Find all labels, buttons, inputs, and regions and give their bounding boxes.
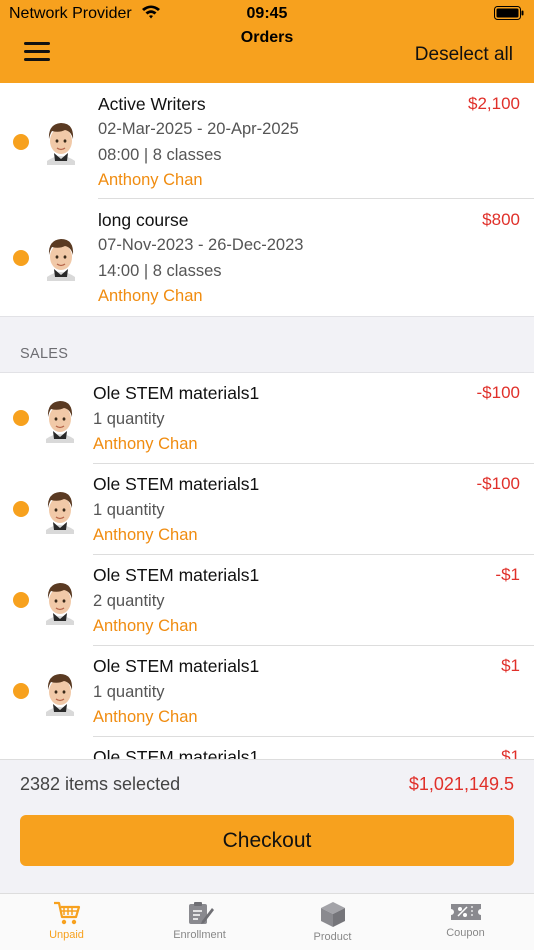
order-amount: -$100 xyxy=(476,383,520,402)
tab-label: Enrollment xyxy=(173,929,226,941)
sale-row[interactable]: Ole STEM materials1 1 quantity Anthony C… xyxy=(0,373,534,464)
order-amount: $1 xyxy=(501,656,520,675)
student-avatar xyxy=(42,395,78,443)
student-name: Anthony Chan xyxy=(98,171,203,189)
order-amount: -$100 xyxy=(476,474,520,493)
course-schedule: 14:00 | 8 classes xyxy=(98,262,222,280)
tab-label: Product xyxy=(313,931,352,943)
selected-total: $1,021,149.5 xyxy=(408,774,514,794)
cart-icon xyxy=(53,901,80,925)
ticket-icon xyxy=(450,904,481,920)
section-label: SALES xyxy=(20,346,69,362)
sale-row[interactable]: Ole STEM materials1 $1 xyxy=(0,737,534,759)
order-amount: $800 xyxy=(482,210,520,229)
sales-section-header: SALES xyxy=(0,316,534,373)
selected-indicator[interactable] xyxy=(13,410,29,426)
student-name: Anthony Chan xyxy=(93,617,198,635)
product-quantity: 1 quantity xyxy=(93,683,165,701)
product-title: Ole STEM materials1 xyxy=(93,474,260,494)
tab-coupon[interactable]: Coupon xyxy=(399,900,532,950)
product-title: Ole STEM materials1 xyxy=(93,383,260,403)
product-title: Ole STEM materials1 xyxy=(93,747,260,759)
student-name: Anthony Chan xyxy=(93,435,198,453)
status-bar: Network Provider 09:45 xyxy=(0,0,534,28)
selected-count: 2382 items selected xyxy=(20,774,181,794)
student-avatar xyxy=(42,577,78,625)
enrollment-row[interactable]: Active Writers 02-Mar-2025 - 20-Apr-2025… xyxy=(0,83,534,199)
tab-unpaid[interactable]: Unpaid xyxy=(0,900,133,950)
course-schedule: 08:00 | 8 classes xyxy=(98,146,222,164)
selected-indicator[interactable] xyxy=(13,592,29,608)
tab-enrollment[interactable]: Enrollment xyxy=(133,900,266,950)
student-name: Anthony Chan xyxy=(98,287,203,305)
product-quantity: 1 quantity xyxy=(93,410,165,428)
product-title: Ole STEM materials1 xyxy=(93,565,260,585)
tab-product[interactable]: Product xyxy=(266,900,399,950)
course-title: long course xyxy=(98,210,189,230)
tab-bar: Unpaid Enrollment Product Coupon xyxy=(0,893,534,950)
status-clock: 09:45 xyxy=(246,5,288,22)
order-amount: -$1 xyxy=(495,565,520,584)
tab-label: Unpaid xyxy=(49,929,84,941)
menu-icon[interactable] xyxy=(24,42,52,64)
course-dates: 07-Nov-2023 - 26-Dec-2023 xyxy=(98,236,304,254)
order-amount: $2,100 xyxy=(468,94,520,113)
selected-indicator[interactable] xyxy=(13,250,29,266)
product-quantity: 2 quantity xyxy=(93,592,165,610)
product-quantity: 1 quantity xyxy=(93,501,165,519)
course-title: Active Writers xyxy=(98,94,206,114)
tab-label: Coupon xyxy=(446,927,485,939)
student-name: Anthony Chan xyxy=(93,526,198,544)
sale-row[interactable]: Ole STEM materials1 1 quantity Anthony C… xyxy=(0,646,534,737)
product-title: Ole STEM materials1 xyxy=(93,656,260,676)
sale-row[interactable]: Ole STEM materials1 2 quantity Anthony C… xyxy=(0,555,534,646)
course-dates: 02-Mar-2025 - 20-Apr-2025 xyxy=(98,120,299,138)
clipboard-edit-icon xyxy=(188,902,214,924)
enrollment-row[interactable]: long course 07-Nov-2023 - 26-Dec-2023 14… xyxy=(0,199,534,316)
orders-list[interactable]: Active Writers 02-Mar-2025 - 20-Apr-2025… xyxy=(0,83,534,759)
student-avatar xyxy=(42,486,78,534)
selection-summary: 2382 items selected $1,021,149.5 Checkou… xyxy=(0,759,534,893)
student-avatar xyxy=(43,233,79,281)
selected-indicator[interactable] xyxy=(13,683,29,699)
sale-row[interactable]: Ole STEM materials1 1 quantity Anthony C… xyxy=(0,464,534,555)
selected-indicator[interactable] xyxy=(13,134,29,150)
student-name: Anthony Chan xyxy=(93,708,198,726)
nav-header: Network Provider 09:45 Orders Deselect a… xyxy=(0,0,534,83)
student-avatar xyxy=(43,117,79,165)
selected-indicator[interactable] xyxy=(13,501,29,517)
checkout-button[interactable]: Checkout xyxy=(20,815,514,866)
order-amount: $1 xyxy=(501,747,520,759)
student-avatar xyxy=(42,668,78,716)
battery-icon xyxy=(494,6,524,20)
deselect-all-button[interactable]: Deselect all xyxy=(415,44,513,66)
box-icon xyxy=(320,902,345,927)
